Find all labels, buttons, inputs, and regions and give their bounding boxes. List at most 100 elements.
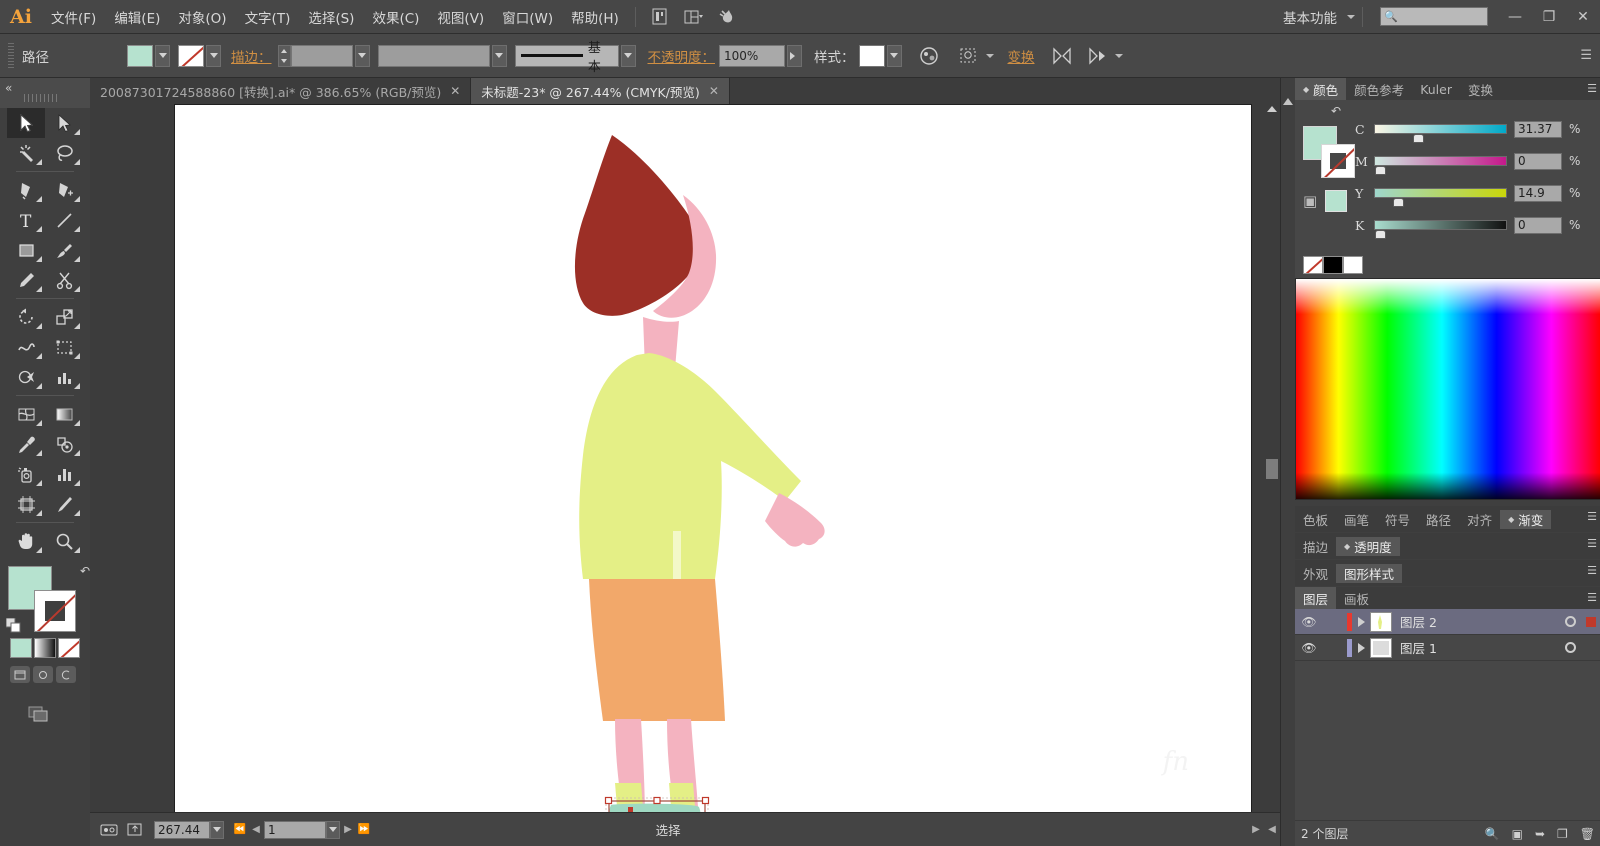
arrange-documents-icon[interactable] (681, 6, 707, 28)
expand-triangle-icon[interactable] (1352, 642, 1370, 653)
restore-button[interactable]: ❐ (1532, 0, 1566, 34)
layer-row-1[interactable]: 👁 图层 1 (1295, 635, 1600, 661)
out-of-gamut-icon[interactable]: ▣ (1303, 192, 1317, 210)
upload-to-cloud-icon[interactable] (122, 820, 148, 840)
target-indicator-icon[interactable] (1559, 616, 1581, 627)
select-similar-icon[interactable] (1085, 44, 1111, 68)
next-page-button[interactable]: ▶ (340, 820, 356, 840)
page-dropdown[interactable] (326, 820, 340, 839)
align-icon[interactable] (1049, 44, 1075, 68)
expand-panels-icon[interactable] (1283, 98, 1293, 105)
yellow-value-field[interactable]: 14.9 (1514, 184, 1562, 202)
target-indicator-icon[interactable] (1559, 642, 1581, 653)
black-slider-thumb[interactable] (1375, 230, 1386, 239)
graphic-style-dropdown[interactable] (886, 44, 902, 67)
scale-tool[interactable] (45, 302, 83, 332)
transform-label[interactable]: 变换 (1008, 46, 1035, 66)
graphic-style-swatch[interactable] (858, 44, 885, 67)
eye-icon[interactable]: 👁 (1295, 615, 1323, 629)
panel-menu-icon[interactable]: ☰ (1587, 591, 1597, 604)
panel-menu-icon[interactable]: ☰ (1587, 510, 1597, 523)
stroke-weight-label[interactable]: 描边： (231, 46, 272, 66)
color-mode-button[interactable] (10, 638, 32, 658)
tab-transparency[interactable]: ◆ 透明度 (1336, 536, 1400, 556)
brush-definition-preview[interactable]: 基本 (514, 41, 619, 75)
tab-transform[interactable]: 变换 (1460, 78, 1502, 100)
control-bar-menu-icon[interactable]: ☰ (1580, 48, 1592, 63)
tab-color[interactable]: ◆ 颜色 (1295, 78, 1347, 100)
brush-definition-dropdown[interactable] (620, 44, 636, 67)
layer-row-2[interactable]: 👁 图层 2 (1295, 609, 1600, 635)
cursor-coordinates-icon[interactable] (96, 820, 122, 840)
selection-indicator[interactable] (1581, 616, 1600, 627)
black-value-field[interactable]: 0 (1514, 216, 1562, 234)
panel-menu-icon[interactable]: ☰ (1587, 82, 1597, 95)
color-spectrum-picker[interactable] (1295, 278, 1600, 500)
horizontal-scrollbar[interactable]: ▶ ◀ (1248, 820, 1280, 840)
none-mode-button[interactable] (58, 638, 80, 658)
cyan-slider-thumb[interactable] (1413, 134, 1424, 143)
add-anchor-point-tool[interactable] (45, 175, 83, 205)
document-tab-2[interactable]: 未标题-23* @ 267.44% (CMYK/预览) ✕ (471, 78, 730, 104)
stroke-weight-field[interactable] (290, 44, 353, 67)
black-slider-track[interactable] (1374, 220, 1507, 239)
none-swatch[interactable] (1303, 256, 1323, 274)
opacity-field[interactable]: 100% (719, 44, 785, 67)
opacity-dropdown[interactable] (787, 44, 802, 67)
yellow-slider-track[interactable] (1374, 188, 1507, 207)
magic-wand-tool[interactable] (7, 138, 45, 168)
close-button[interactable]: ✕ (1566, 0, 1600, 34)
vertical-scroll-thumb[interactable] (1266, 459, 1278, 479)
tab-graphic-styles[interactable]: 图形样式 (1336, 563, 1403, 583)
scissors-tool[interactable] (45, 265, 83, 295)
create-sublayer-icon[interactable]: ➥ (1535, 827, 1545, 841)
menu-help[interactable]: 帮助(H) (562, 0, 628, 34)
stroke-profile-field[interactable] (377, 44, 490, 67)
recolor-artwork-icon[interactable] (916, 44, 942, 68)
fill-color-swatch[interactable] (127, 44, 153, 67)
zoom-level-dropdown[interactable] (210, 820, 224, 839)
menu-type[interactable]: 文字(T) (236, 0, 300, 34)
mesh-tool[interactable] (7, 399, 45, 429)
toolbar-overflow-icon[interactable] (26, 703, 52, 725)
pencil-tool[interactable] (7, 265, 45, 295)
first-page-button[interactable]: ⏪ (232, 820, 248, 840)
isolate-selected-icon[interactable] (956, 44, 982, 68)
delete-selection-icon[interactable]: 🗑 (1580, 827, 1595, 841)
stroke-weight-dropdown[interactable] (354, 44, 370, 67)
blend-tool[interactable] (45, 429, 83, 459)
bridge-icon[interactable] (647, 6, 673, 28)
direct-selection-tool[interactable] (45, 108, 83, 138)
full-screen-button[interactable] (56, 666, 76, 683)
isolate-chevron-down-icon[interactable] (985, 53, 994, 58)
eye-icon[interactable]: 👁 (1295, 641, 1323, 655)
rectangle-tool[interactable] (7, 235, 45, 265)
panel-menu-icon[interactable]: ☰ (1587, 564, 1597, 577)
selection-tool[interactable] (7, 108, 45, 138)
magenta-slider-track[interactable] (1374, 156, 1507, 175)
make-clipping-mask-icon[interactable]: ▣ (1512, 827, 1523, 841)
canvas-vertical-scrollbar[interactable] (1265, 104, 1279, 816)
opacity-label[interactable]: 不透明度： (648, 46, 716, 66)
hand-tool[interactable] (7, 526, 45, 556)
type-tool[interactable]: T (7, 205, 45, 235)
artboard-tool[interactable] (7, 489, 45, 519)
web-safe-swatch[interactable] (1325, 190, 1348, 212)
stroke-weight-stepper[interactable] (277, 44, 291, 67)
panel-menu-icon[interactable]: ☰ (1587, 537, 1597, 550)
close-icon[interactable]: ✕ (450, 84, 460, 98)
swap-fill-stroke-icon[interactable]: ↶ (1331, 104, 1341, 118)
symbol-sprayer-tool[interactable] (7, 459, 45, 489)
rotate-tool[interactable] (7, 302, 45, 332)
gradient-mode-button[interactable] (34, 638, 56, 658)
cyan-value-field[interactable]: 31.37 (1514, 120, 1562, 138)
workspace-chevron-down-icon[interactable] (1347, 14, 1355, 19)
search-input[interactable]: 🔍 (1380, 7, 1488, 26)
menu-view[interactable]: 视图(V) (428, 0, 493, 34)
tab-align[interactable]: 对齐 (1459, 509, 1501, 529)
flame-icon[interactable] (715, 6, 741, 28)
normal-screen-mode-button[interactable] (10, 666, 30, 683)
scroll-left-icon[interactable]: ◀ (1264, 820, 1280, 840)
line-segment-tool[interactable] (45, 205, 83, 235)
magenta-value-field[interactable]: 0 (1514, 152, 1562, 170)
